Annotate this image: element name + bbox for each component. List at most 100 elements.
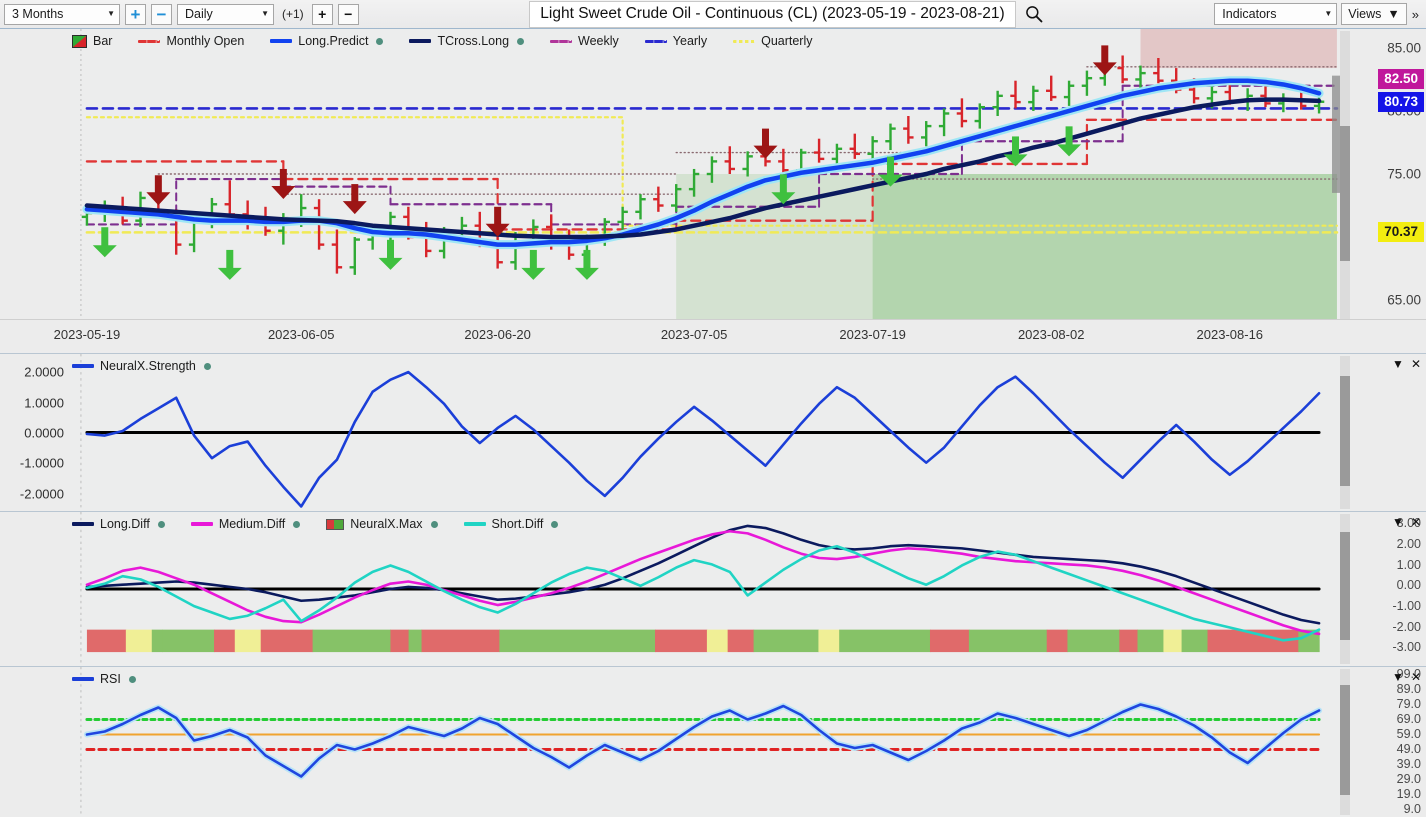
price-plot-area[interactable]	[70, 29, 1350, 319]
indicator-settings-dot-icon[interactable]	[203, 362, 211, 370]
strength-y-tick: -1.0000	[19, 455, 64, 471]
neural-max-block	[753, 629, 820, 653]
legend-item-neuralx-max[interactable]: NeuralX.Max	[326, 517, 438, 531]
diff-y-axis: 3.00 2.00 1.00 0.00 -1.00 -2.00 -3.00	[1350, 512, 1426, 666]
line-swatch-icon	[550, 39, 573, 43]
line-swatch-icon	[733, 39, 756, 43]
chevron-down-icon[interactable]: ▼	[1392, 357, 1404, 371]
neural-max-block	[1181, 629, 1209, 653]
legend-item-yearly[interactable]: Yearly	[644, 34, 708, 48]
legend-item-short-diff[interactable]: Short.Diff	[463, 517, 559, 531]
range-select[interactable]: 3 Months ▼	[4, 3, 120, 25]
neural-max-block	[839, 629, 931, 653]
chevron-down-icon: ▼	[1387, 7, 1400, 21]
diff-scroll-strip[interactable]	[1340, 514, 1350, 664]
legend-label: Short.Diff	[491, 517, 544, 531]
buy-signal-arrow	[217, 249, 242, 280]
indicator-settings-dot-icon[interactable]	[376, 37, 384, 45]
diff-plot-area[interactable]	[70, 512, 1350, 666]
price-panel: Bar Monthly Open Long.Predict TCross.Long We…	[0, 29, 1426, 351]
rsi-y-tick: 59.0	[1396, 727, 1421, 742]
neural-max-block	[234, 629, 262, 653]
rsi-plot-area[interactable]	[70, 667, 1350, 817]
indicator-settings-dot-icon[interactable]	[551, 520, 559, 528]
offset-decrease-button[interactable]: −	[337, 3, 359, 25]
line-swatch-icon	[463, 522, 486, 526]
legend-item-medium-diff[interactable]: Medium.Diff	[190, 517, 301, 531]
neural-max-block	[312, 629, 392, 653]
indicators-select[interactable]: Indicators ▼	[1214, 3, 1338, 25]
range-decrease-button[interactable]: −	[151, 3, 172, 25]
strength-y-axis: 2.0000 1.0000 0.0000 -1.0000 -2.0000	[0, 354, 70, 511]
rsi-y-tick: 49.0	[1396, 742, 1421, 757]
indicator-settings-dot-icon[interactable]	[293, 520, 301, 528]
indicator-settings-dot-icon[interactable]	[157, 520, 165, 528]
price-scroll-thumb[interactable]	[1340, 126, 1350, 261]
close-icon[interactable]: ✕	[1411, 357, 1421, 371]
legend-label: Yearly	[672, 34, 708, 48]
views-button[interactable]: Views ▼	[1341, 3, 1407, 25]
search-icon[interactable]	[1024, 4, 1044, 24]
rsi-y-tick: 69.0	[1396, 712, 1421, 727]
ohlc-bar	[1117, 55, 1128, 84]
legend-label: Quarterly	[761, 34, 813, 48]
diff-chart	[80, 512, 1350, 666]
legend-label: Monthly Open	[166, 34, 245, 48]
diff-panel-controls: ▼ ✕	[1392, 515, 1421, 529]
strength-plot-area[interactable]	[70, 354, 1350, 511]
neural-max-icon	[326, 518, 345, 530]
neural-max-block	[1137, 629, 1165, 653]
range-increase-button[interactable]: +	[125, 3, 146, 25]
price-x-axis: 2023-05-19 2023-06-05 2023-06-20 2023-07-05…	[0, 319, 1426, 351]
legend-item-neuralx-strength[interactable]: NeuralX.Strength	[72, 359, 211, 373]
neural-max-block	[655, 629, 708, 653]
indicator-settings-dot-icon[interactable]	[517, 37, 525, 45]
legend-item-tcross-long[interactable]: TCross.Long	[409, 34, 525, 48]
legend-item-bar[interactable]: Bar	[72, 34, 112, 48]
rsi-scroll-thumb[interactable]	[1340, 685, 1350, 795]
indicator-settings-dot-icon[interactable]	[430, 520, 438, 528]
price-y-tick: 75.00	[1387, 166, 1421, 182]
rsi-scroll-strip[interactable]	[1340, 669, 1350, 815]
legend-item-rsi[interactable]: RSI	[72, 672, 136, 686]
line-swatch-icon	[72, 677, 94, 681]
legend-item-quarterly[interactable]: Quarterly	[733, 34, 813, 48]
strength-scroll-thumb[interactable]	[1340, 376, 1350, 486]
offset-increase-button[interactable]: +	[311, 3, 333, 25]
ohlc-bar	[813, 138, 825, 163]
close-icon[interactable]: ✕	[1411, 670, 1421, 684]
strength-y-tick: 1.0000	[24, 395, 64, 411]
neural-max-block	[260, 629, 314, 653]
resistance-zone	[1140, 29, 1337, 69]
legend-label: TCross.Long	[437, 34, 510, 48]
legend-item-weekly[interactable]: Weekly	[550, 34, 619, 48]
chevron-down-icon[interactable]: ▼	[1392, 515, 1404, 529]
x-axis-tick: 2023-06-20	[464, 327, 531, 342]
legend-item-long-predict[interactable]: Long.Predict	[270, 34, 384, 48]
legend-item-long-diff[interactable]: Long.Diff	[72, 517, 165, 531]
diff-panel-legend: Long.Diff Medium.Diff NeuralX.Max Short.Dif…	[72, 517, 559, 531]
neural-max-block	[1046, 629, 1069, 653]
neural-max-block	[727, 629, 755, 653]
sell-signal-arrow	[342, 184, 367, 215]
rsi-y-tick: 79.0	[1396, 697, 1421, 712]
strength-scroll-strip[interactable]	[1340, 356, 1350, 509]
close-icon[interactable]: ✕	[1411, 515, 1421, 529]
neural-max-block	[1119, 629, 1139, 653]
strength-panel-controls: ▼ ✕	[1392, 357, 1421, 371]
interval-select[interactable]: Daily ▼	[177, 3, 274, 25]
line-swatch-icon	[72, 364, 94, 368]
diff-y-tick: 0.00	[1396, 578, 1421, 593]
chevron-down-icon[interactable]: ▼	[1392, 670, 1404, 684]
symbol-title-input[interactable]: Light Sweet Crude Oil - Continuous (CL) …	[529, 0, 1016, 28]
indicator-settings-dot-icon[interactable]	[128, 675, 136, 683]
rsi-y-tick: 89.0	[1396, 682, 1421, 697]
diff-scroll-thumb[interactable]	[1340, 532, 1350, 640]
price-scroll-strip[interactable]	[1340, 31, 1350, 349]
rsi-panel: RSI ▼ ✕ 99.0 89.0 79.0 69.0 59.0 49.0 39.0 29.0…	[0, 666, 1426, 817]
diff-y-tick: -3.00	[1392, 640, 1422, 655]
legend-item-monthly-open[interactable]: Monthly Open	[138, 34, 244, 48]
strength-panel: NeuralX.Strength ▼ ✕ 2.0000 1.0000 0.0000 -…	[0, 353, 1426, 511]
toolbar-overflow-button[interactable]: »	[1411, 7, 1420, 22]
ohlc-bar	[1260, 85, 1271, 108]
